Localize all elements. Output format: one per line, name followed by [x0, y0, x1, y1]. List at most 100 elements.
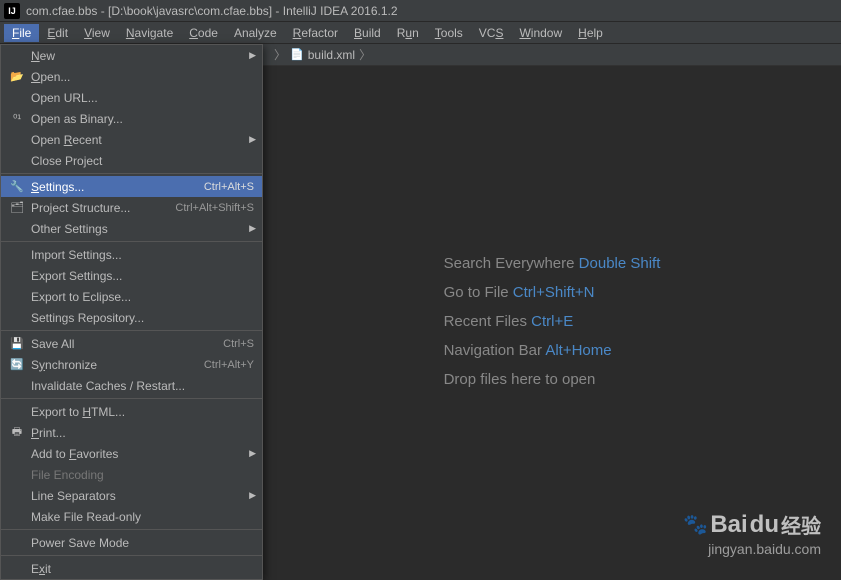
menu-item-label: Line Separators	[31, 489, 254, 503]
menu-item-label: Make File Read-only	[31, 510, 254, 524]
menu-item-label: Close Project	[31, 154, 254, 168]
breadcrumb-file[interactable]: build.xml	[308, 48, 355, 62]
menubar: FileEditViewNavigateCodeAnalyzeRefactorB…	[0, 22, 841, 44]
menu-item-label: Settings...	[31, 180, 204, 194]
menu-item-label: Add to Favorites	[31, 447, 254, 461]
menu-run[interactable]: Run	[389, 24, 427, 42]
sync-icon: 🔄	[9, 358, 25, 371]
hint-text: Navigation Bar	[444, 342, 542, 359]
menu-shortcut: Ctrl+Alt+S	[204, 181, 254, 193]
hint-row: Drop files here to open	[444, 371, 661, 388]
file-menu-exit[interactable]: Exit	[1, 558, 262, 579]
file-menu-open-url[interactable]: Open URL...	[1, 87, 262, 108]
file-menu-open[interactable]: 📂 Open...	[1, 66, 262, 87]
binary-icon: ⁰¹	[9, 112, 25, 125]
menu-item-label: Import Settings...	[31, 248, 254, 262]
hint-row: Go to File Ctrl+Shift+N	[444, 284, 661, 301]
menu-item-label: Exit	[31, 562, 254, 576]
menu-item-label: Other Settings	[31, 222, 254, 236]
hint-key: Ctrl+E	[531, 313, 573, 330]
menu-help[interactable]: Help	[570, 24, 611, 42]
watermark-brand: Bai	[710, 511, 747, 539]
hint-text: Recent Files	[444, 313, 527, 330]
file-menu-export-to-eclipse[interactable]: Export to Eclipse...	[1, 286, 262, 307]
structure-icon: 🗂	[9, 201, 25, 214]
file-menu-project-structure[interactable]: 🗂Project Structure...Ctrl+Alt+Shift+S	[1, 197, 262, 218]
watermark-du: du	[750, 511, 779, 539]
submenu-arrow-icon: ▶	[249, 490, 256, 501]
menu-item-label: Print...	[31, 426, 254, 440]
menu-separator	[1, 529, 262, 530]
editor-welcome-area: Search Everywhere Double Shift Go to File…	[263, 67, 841, 575]
hint-row: Search Everywhere Double Shift	[444, 255, 661, 272]
file-menu-dropdown: New▶📂Open...Open URL...⁰¹Open as Binary.…	[0, 44, 263, 580]
hint-key: Alt+Home	[545, 342, 611, 359]
menu-code[interactable]: Code	[181, 24, 226, 42]
file-menu-settings[interactable]: 🔧 Settings...Ctrl+Alt+S	[1, 176, 262, 197]
welcome-hints: Search Everywhere Double Shift Go to File…	[444, 243, 661, 400]
file-menu-export-settings[interactable]: Export Settings...	[1, 265, 262, 286]
menu-file[interactable]: File	[4, 24, 39, 42]
watermark: 🐾 Baidu 经验 jingyan.baidu.com	[683, 510, 821, 557]
menu-separator	[1, 241, 262, 242]
menu-item-label: New	[31, 49, 254, 63]
hint-row: Recent Files Ctrl+E	[444, 313, 661, 330]
submenu-arrow-icon: ▶	[249, 448, 256, 459]
wrench-icon: 🔧	[9, 180, 25, 193]
watermark-url: jingyan.baidu.com	[683, 541, 821, 557]
file-menu-import-settings[interactable]: Import Settings...	[1, 244, 262, 265]
menu-edit[interactable]: Edit	[39, 24, 76, 42]
menu-analyze[interactable]: Analyze	[226, 24, 285, 42]
file-menu-line-separators[interactable]: Line Separators▶	[1, 485, 262, 506]
file-menu-settings-repository[interactable]: Settings Repository...	[1, 307, 262, 328]
file-menu-open-as-binary[interactable]: ⁰¹Open as Binary...	[1, 108, 262, 129]
file-menu-close-project[interactable]: Close Project	[1, 150, 262, 171]
file-menu-other-settings[interactable]: Other Settings▶	[1, 218, 262, 239]
file-menu-open-recent[interactable]: Open Recent▶	[1, 129, 262, 150]
file-menu-synchronize[interactable]: 🔄 SynchronizeCtrl+Alt+Y	[1, 354, 262, 375]
titlebar: IJ com.cfae.bbs - [D:\book\javasrc\com.c…	[0, 0, 841, 22]
window-title: com.cfae.bbs - [D:\book\javasrc\com.cfae…	[26, 4, 398, 18]
xml-file-icon: 📄	[290, 48, 304, 61]
hint-key: Ctrl+Shift+N	[513, 284, 595, 301]
menu-item-label: Synchronize	[31, 358, 204, 372]
menu-build[interactable]: Build	[346, 24, 389, 42]
menu-window[interactable]: Window	[511, 24, 570, 42]
menu-item-label: Open Recent	[31, 133, 254, 147]
file-menu-add-to-favorites[interactable]: Add to Favorites▶	[1, 443, 262, 464]
hint-row: Navigation Bar Alt+Home	[444, 342, 661, 359]
app-icon: IJ	[4, 3, 20, 19]
file-menu-save-all[interactable]: 💾Save AllCtrl+S	[1, 333, 262, 354]
file-menu-power-save-mode[interactable]: Power Save Mode	[1, 532, 262, 553]
menu-shortcut: Ctrl+Alt+Y	[204, 359, 254, 371]
menu-item-label: Power Save Mode	[31, 536, 254, 550]
menu-shortcut: Ctrl+S	[223, 338, 254, 350]
file-menu-print[interactable]: 🖶Print...	[1, 422, 262, 443]
menu-separator	[1, 555, 262, 556]
menu-item-label: Project Structure...	[31, 201, 175, 215]
menu-view[interactable]: View	[76, 24, 118, 42]
file-menu-make-file-read-only[interactable]: Make File Read-only	[1, 506, 262, 527]
file-menu-invalidate-caches-restart[interactable]: Invalidate Caches / Restart...	[1, 375, 262, 396]
menu-separator	[1, 330, 262, 331]
menu-item-label: Export to Eclipse...	[31, 290, 254, 304]
breadcrumb-sep: 〉	[274, 46, 286, 63]
menu-tools[interactable]: Tools	[427, 24, 471, 42]
menu-navigate[interactable]: Navigate	[118, 24, 181, 42]
menu-vcs[interactable]: VCS	[471, 24, 512, 42]
submenu-arrow-icon: ▶	[249, 134, 256, 145]
menu-item-label: Open...	[31, 70, 254, 84]
file-menu-file-encoding: File Encoding	[1, 464, 262, 485]
menu-item-label: Settings Repository...	[31, 311, 254, 325]
menu-item-label: Invalidate Caches / Restart...	[31, 379, 254, 393]
menu-item-label: Save All	[31, 337, 223, 351]
file-menu-export-to-html[interactable]: Export to HTML...	[1, 401, 262, 422]
folder-icon: 📂	[9, 70, 25, 83]
submenu-arrow-icon: ▶	[249, 50, 256, 61]
hint-text: Drop files here to open	[444, 371, 596, 388]
menu-item-label: Export to HTML...	[31, 405, 254, 419]
file-menu-new[interactable]: New▶	[1, 45, 262, 66]
hint-text: Go to File	[444, 284, 509, 301]
menu-refactor[interactable]: Refactor	[285, 24, 346, 42]
hint-key: Double Shift	[579, 255, 661, 272]
